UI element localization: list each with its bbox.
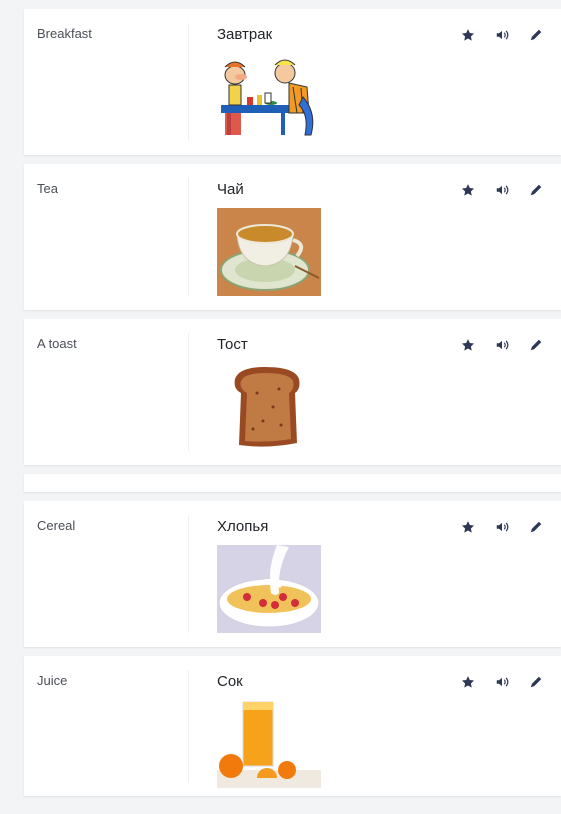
flashcard-row: Cereal Хлопья — [24, 501, 561, 647]
card-actions — [457, 335, 547, 355]
divider — [188, 333, 189, 451]
term-text: Tea — [37, 181, 58, 196]
definition-text: Завтрак — [217, 26, 273, 43]
flashcard-row: A toast Тост — [24, 319, 561, 465]
card-actions — [457, 180, 547, 200]
flashcard-row: Juice Сок — [24, 656, 561, 796]
pencil-icon[interactable] — [525, 180, 547, 200]
speaker-icon[interactable] — [491, 25, 513, 45]
star-icon[interactable] — [457, 517, 479, 537]
star-icon[interactable] — [457, 180, 479, 200]
card-actions — [457, 672, 547, 692]
divider — [188, 515, 189, 633]
speaker-icon[interactable] — [491, 180, 513, 200]
pencil-icon[interactable] — [525, 517, 547, 537]
speaker-icon[interactable] — [491, 335, 513, 355]
divider — [188, 178, 189, 296]
divider — [188, 23, 189, 141]
term-text: Cereal — [37, 518, 76, 533]
definition-text: Хлопья — [217, 518, 269, 535]
flashcard-row: Tea Чай — [24, 164, 561, 310]
pencil-icon[interactable] — [525, 335, 547, 355]
definition-text: Чай — [217, 181, 244, 198]
tea-image — [217, 208, 321, 296]
term-text: Breakfast — [37, 26, 92, 41]
juice-image — [217, 700, 321, 788]
empty-row — [24, 474, 561, 492]
term-text: Juice — [37, 673, 68, 688]
card-actions — [457, 25, 547, 45]
star-icon[interactable] — [457, 335, 479, 355]
card-actions — [457, 517, 547, 537]
flashcard-row: Breakfast Завтрак — [24, 9, 561, 155]
flashcard-list: Breakfast Завтрак Tea Чай A toast Тост C… — [24, 9, 561, 796]
star-icon[interactable] — [457, 672, 479, 692]
breakfast-image — [217, 53, 321, 141]
divider — [188, 670, 189, 782]
star-icon[interactable] — [457, 25, 479, 45]
toast-image — [217, 363, 321, 451]
cereal-image — [217, 545, 321, 633]
definition-text: Сок — [217, 673, 243, 690]
speaker-icon[interactable] — [491, 517, 513, 537]
pencil-icon[interactable] — [525, 25, 547, 45]
speaker-icon[interactable] — [491, 672, 513, 692]
pencil-icon[interactable] — [525, 672, 547, 692]
term-text: A toast — [37, 336, 77, 351]
definition-text: Тост — [217, 336, 248, 353]
